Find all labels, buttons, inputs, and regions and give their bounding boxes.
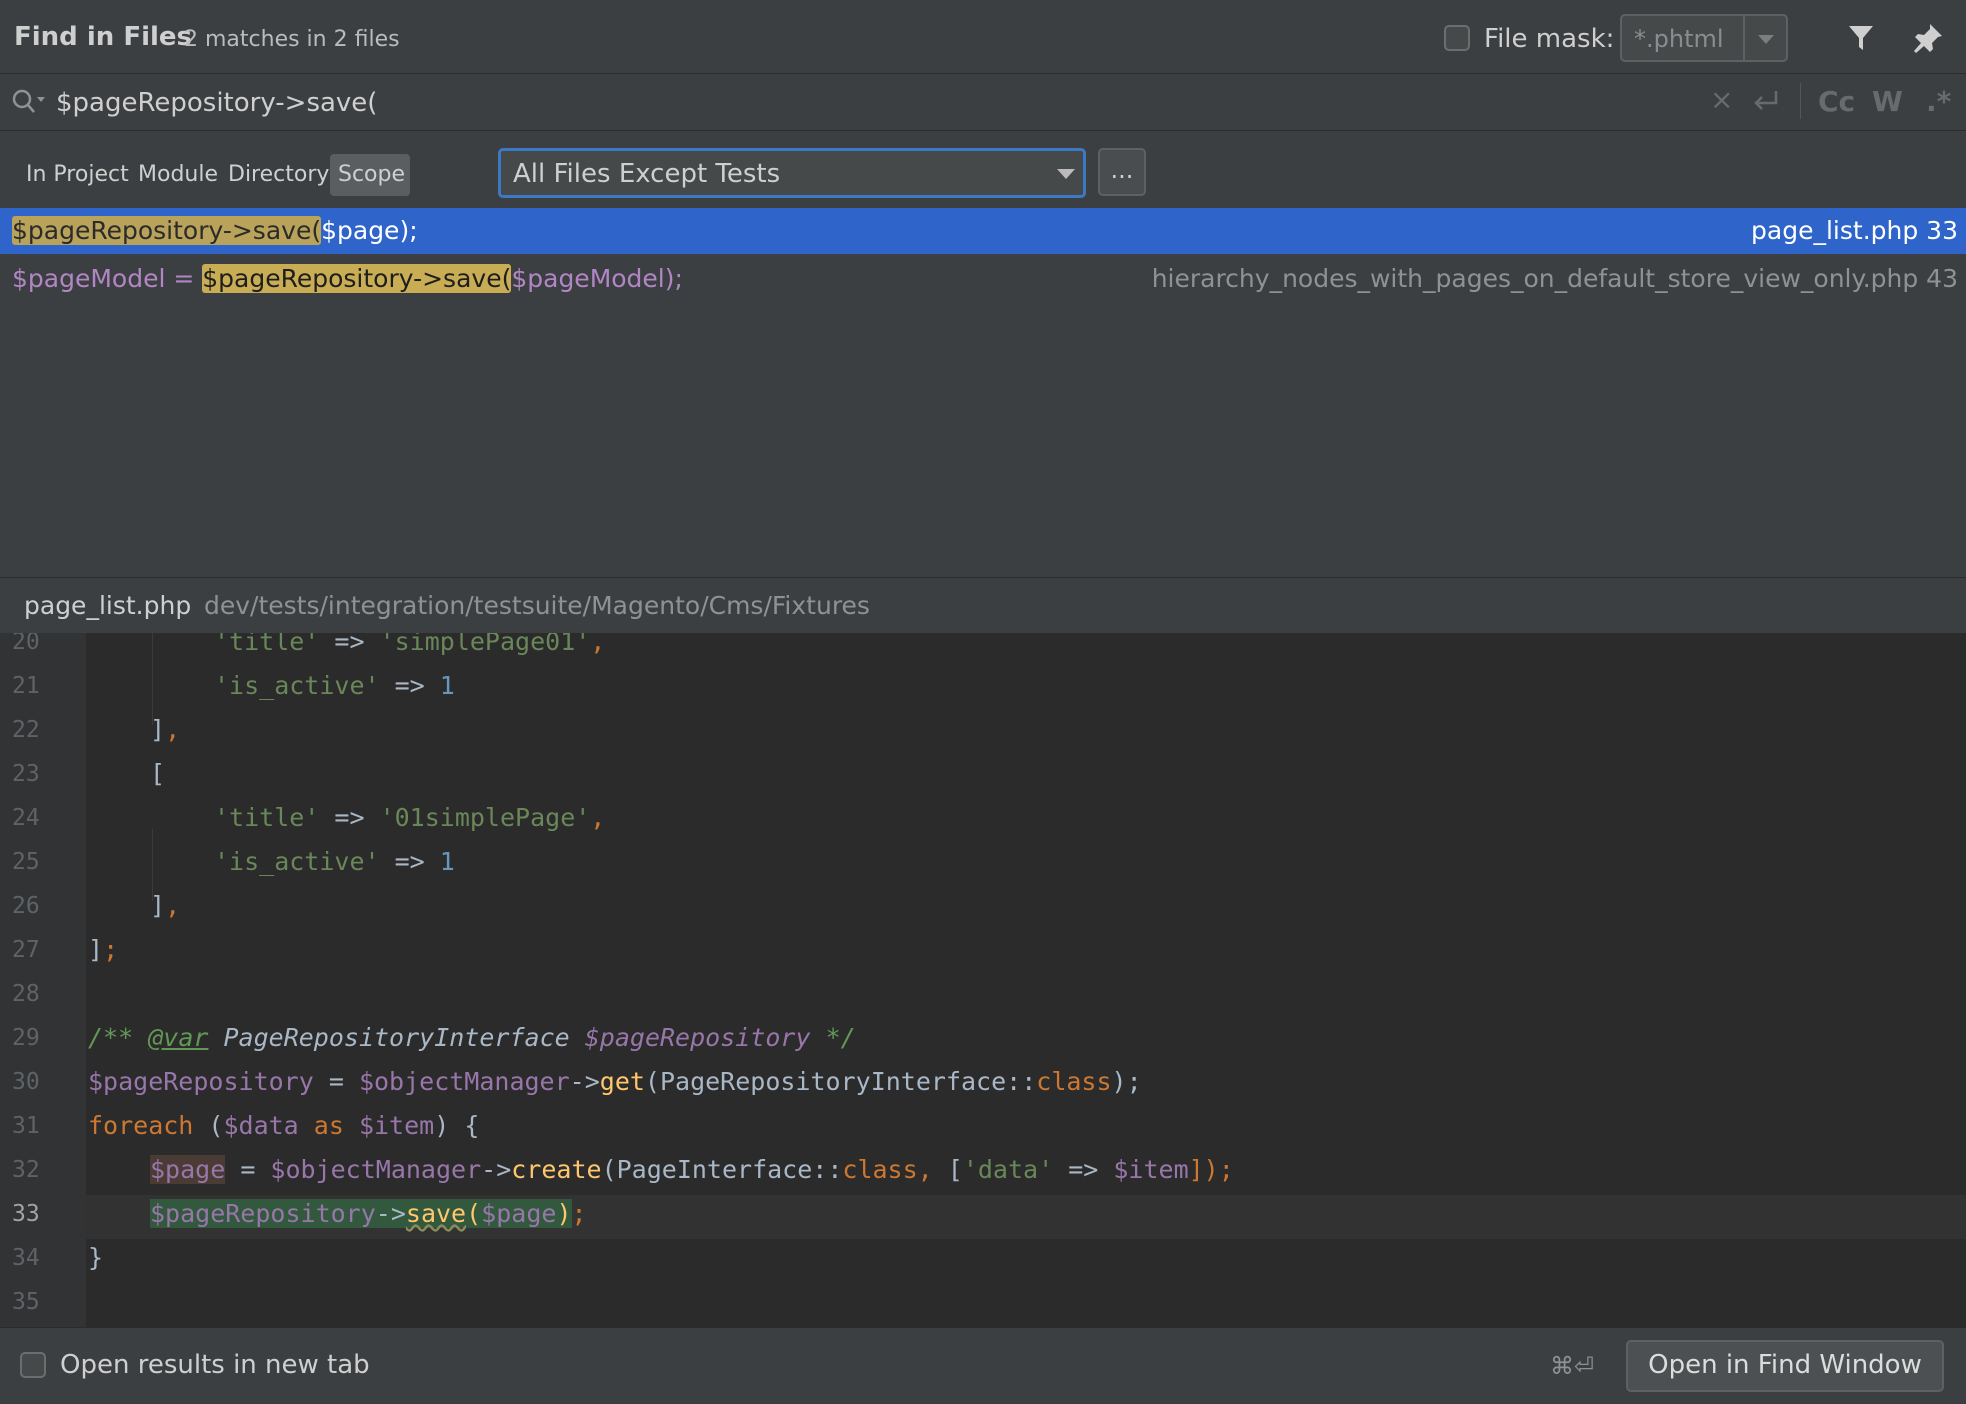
result-match: $pageRepository->save(	[202, 264, 512, 293]
result-prefix: $pageModel =	[12, 264, 203, 293]
scope-row: In Project Module Directory Scope All Fi…	[0, 132, 1966, 208]
line-number: 31	[12, 1113, 40, 1139]
clear-icon[interactable]: ×	[1710, 83, 1733, 116]
code-line-current: $pageRepository->save($page);	[150, 1199, 587, 1228]
dialog-header: Find in Files 2 matches in 2 files File …	[0, 0, 1966, 74]
code-line: ],	[150, 891, 181, 920]
preview-file-name: page_list.php	[24, 591, 192, 620]
line-number-current: 33	[12, 1201, 40, 1227]
code-line: 'is_active' => 1	[214, 847, 455, 876]
code-line: 'title' => '01simplePage',	[214, 803, 606, 832]
whole-words-icon[interactable]: W	[1872, 85, 1903, 118]
line-number: 23	[12, 761, 40, 787]
dialog-footer: Open results in new tab ⌘⏎ Open in Find …	[0, 1327, 1966, 1404]
result-row[interactable]: $pageRepository->save($page); page_list.…	[0, 208, 1966, 254]
file-mask-checkbox[interactable]	[1444, 25, 1470, 51]
line-number: 28	[12, 981, 40, 1007]
code-line: 'is_active' => 1	[214, 671, 455, 700]
shortcut-hint: ⌘⏎	[1550, 1352, 1595, 1380]
code-line: [	[150, 759, 166, 788]
chevron-down-icon[interactable]	[1758, 35, 1774, 44]
result-file: hierarchy_nodes_with_pages_on_default_st…	[1151, 264, 1958, 293]
line-number: 20	[12, 633, 40, 655]
scope-value: All Files Except Tests	[513, 159, 781, 189]
result-match: $pageRepository->save(	[12, 216, 322, 245]
pin-icon[interactable]	[1912, 22, 1944, 58]
line-number: 35	[12, 1289, 40, 1315]
match-case-icon[interactable]: Cc	[1818, 85, 1855, 118]
line-number: 30	[12, 1069, 40, 1095]
code-preview[interactable]: 20 21 22 23 24 25 26 27 28 29 30 31 32 3…	[0, 633, 1966, 1327]
code-line: $pageRepository = $objectManager->get(Pa…	[88, 1067, 1142, 1096]
search-input[interactable]	[56, 85, 1656, 121]
preview-file-path: dev/tests/integration/testsuite/Magento/…	[204, 591, 870, 620]
result-suffix: $page);	[321, 216, 418, 245]
tab-scope[interactable]: Scope	[338, 162, 405, 187]
browse-scope-button[interactable]: ...	[1098, 148, 1146, 196]
dialog-title: Find in Files	[14, 22, 193, 52]
code-line: $page = $objectManager->create(PageInter…	[150, 1155, 1234, 1184]
preview-header: page_list.php dev/tests/integration/test…	[0, 579, 1966, 633]
open-new-tab-label: Open results in new tab	[60, 1350, 370, 1380]
filter-icon[interactable]	[1848, 24, 1874, 56]
results-list: $pageRepository->save($page); page_list.…	[0, 208, 1966, 578]
line-number: 32	[12, 1157, 40, 1183]
result-suffix: $pageModel);	[511, 264, 683, 293]
tab-directory[interactable]: Directory	[228, 162, 329, 187]
search-row: × Cc W .*	[0, 75, 1966, 131]
result-file: page_list.php 33	[1751, 216, 1958, 245]
options-separator	[1800, 83, 1801, 119]
code-line: 'title' => 'simplePage01',	[214, 633, 606, 656]
line-number: 29	[12, 1025, 40, 1051]
line-number: 21	[12, 673, 40, 699]
line-number: 26	[12, 893, 40, 919]
code-line: foreach ($data as $item) {	[88, 1111, 480, 1140]
line-number: 25	[12, 849, 40, 875]
newline-icon[interactable]	[1752, 89, 1780, 119]
code-line: ],	[150, 715, 181, 744]
line-number: 24	[12, 805, 40, 831]
code-line: }	[88, 1243, 104, 1272]
file-mask-combo[interactable]: *.phtml	[1620, 14, 1788, 62]
open-new-tab-checkbox[interactable]	[20, 1352, 46, 1378]
line-number: 27	[12, 937, 40, 963]
code-line: /** @var PageRepositoryInterface $pageRe…	[88, 1023, 856, 1052]
line-number: 34	[12, 1245, 40, 1271]
regex-icon[interactable]: .*	[1926, 85, 1951, 118]
tab-in-project[interactable]: In Project	[26, 162, 129, 187]
result-row[interactable]: $pageModel = $pageRepository->save($page…	[0, 256, 1966, 302]
file-mask-label: File mask:	[1484, 24, 1615, 54]
chevron-down-icon[interactable]	[1057, 169, 1075, 179]
code-line: ];	[88, 935, 119, 964]
match-count: 2 matches in 2 files	[184, 27, 400, 52]
scope-combo[interactable]: All Files Except Tests	[498, 148, 1086, 198]
search-icon[interactable]	[12, 89, 46, 119]
tab-module[interactable]: Module	[138, 162, 218, 187]
open-in-find-window-button[interactable]: Open in Find Window	[1626, 1340, 1944, 1392]
file-mask-value: *.phtml	[1634, 25, 1724, 53]
line-number: 22	[12, 717, 40, 743]
indent-guide	[152, 633, 153, 725]
file-mask-separator	[1743, 16, 1745, 60]
